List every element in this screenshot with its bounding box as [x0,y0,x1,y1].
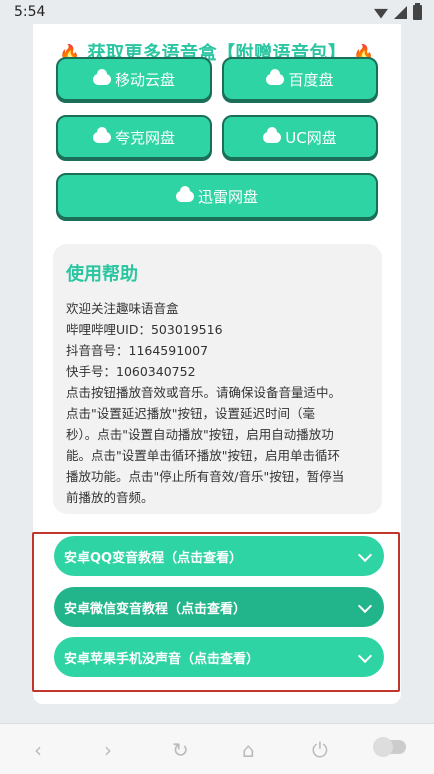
status-bar: 5:54 [0,0,434,24]
quark-pan-button[interactable]: 夸克网盘 [56,115,212,159]
chevron-down-icon [357,598,373,614]
tutorial-label: 安卓微信变音教程（点击查看） [64,601,247,617]
wechat-voice-tutorial-item[interactable]: 安卓微信变音教程（点击查看） [54,587,384,627]
uc-pan-button[interactable]: UC网盘 [222,115,378,159]
forward-icon[interactable]: › [104,738,112,762]
mobile-cloud-button[interactable]: 移动云盘 [56,57,212,101]
button-label: 夸克网盘 [114,128,175,147]
cloud-icon [263,126,282,143]
help-line: 点击按钮播放音效或音乐。请确保设备音量适中。 [66,385,342,400]
chevron-down-icon [357,648,373,664]
no-sound-tutorial-item[interactable]: 安卓苹果手机没声音（点击查看） [54,637,384,677]
help-line: 播放功能。点击"停止所有音效/音乐"按钮，暂停当 [66,469,345,484]
help-line: 能。点击"设置单击循环播放"按钮，启用单击循环 [66,448,340,463]
cloud-icon [92,68,111,85]
cloud-icon [266,68,285,85]
clock: 5:54 [14,4,46,20]
help-title: 使用帮助 [66,264,138,285]
help-line: 前播放的音频。 [66,490,154,505]
help-panel: 使用帮助 欢迎关注趣味语音盒 哔哩哔哩UID：503019516 抖音音号：11… [53,244,382,514]
cloud-icon [92,126,111,143]
help-line: 抖音音号：1164591007 [66,343,209,358]
signal-icon [394,6,407,19]
tutorial-highlight-box: 安卓QQ变音教程（点击查看） 安卓微信变音教程（点击查看） 安卓苹果手机没声音（… [32,532,400,692]
toggle-switch[interactable] [373,737,406,757]
xunlei-pan-button[interactable]: 迅雷网盘 [56,173,378,219]
qq-voice-tutorial-item[interactable]: 安卓QQ变音教程（点击查看） [54,536,384,576]
button-label: UC网盘 [285,128,337,147]
home-icon[interactable]: ⌂ [242,738,255,762]
chevron-down-icon [357,547,373,563]
tutorial-label: 安卓QQ变音教程（点击查看） [64,550,243,566]
button-label: 移动云盘 [114,70,175,89]
back-icon[interactable]: ‹ [34,738,42,762]
tutorial-label: 安卓苹果手机没声音（点击查看） [64,651,260,667]
help-line: 秒）。点击"设置自动播放"按钮，启用自动播放功 [66,427,334,442]
power-icon[interactable]: ⏻ [312,738,328,762]
wifi-icon [374,8,388,19]
baidu-pan-button[interactable]: 百度盘 [222,57,378,101]
refresh-icon[interactable]: ↻ [172,738,189,762]
button-label: 百度盘 [288,70,334,89]
help-line: 哔哩哔哩UID：503019516 [66,322,223,337]
cloud-icon [175,185,194,202]
help-line: 点击"设置延迟播放"按钮，设置延迟时间（毫 [66,406,315,421]
browser-nav-bar: ‹ › ↻ ⌂ ⏻ [0,723,434,774]
help-line: 快手号：1060340752 [66,364,196,379]
button-label: 迅雷网盘 [197,187,258,206]
battery-icon [413,3,422,20]
help-line: 欢迎关注趣味语音盒 [66,301,179,316]
